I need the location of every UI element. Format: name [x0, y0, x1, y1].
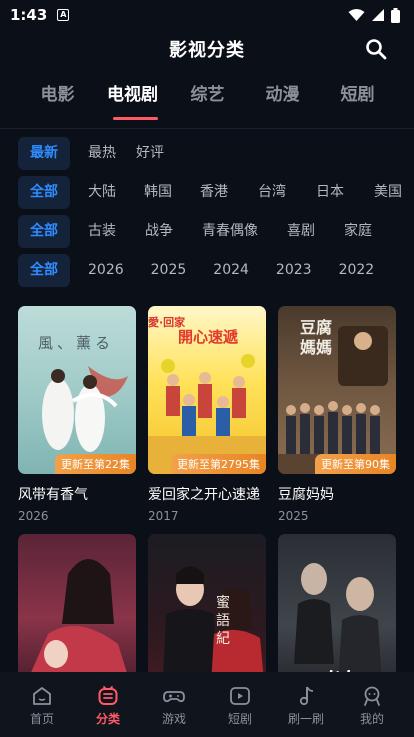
filter-chip[interactable]: 2023: [276, 254, 312, 287]
filter-row-sort: 最新 最热 好评: [0, 134, 414, 173]
nav-label: 分类: [95, 712, 120, 726]
filter-chip[interactable]: 古装: [88, 215, 116, 248]
filter-chip[interactable]: 全部: [18, 215, 70, 248]
filter-row-region: 全部 大陆 韩国 香港 台湾 日本 美国: [0, 173, 414, 212]
filter-chip[interactable]: 香港: [200, 176, 228, 209]
filter-row-year: 全部 2026 2025 2024 2023 2022: [0, 251, 414, 290]
nav-label: 我的: [359, 712, 384, 726]
show-title: 豆腐妈妈: [278, 487, 334, 503]
poster: 愛·回家 開心速遞 更新至第2795集: [148, 306, 266, 474]
filter-chip[interactable]: 日本: [316, 176, 344, 209]
nav-label: 首页: [29, 712, 54, 726]
play-box-icon: [230, 687, 250, 705]
tab-variety[interactable]: 综艺: [170, 76, 245, 116]
battery-icon: [391, 7, 400, 23]
profile-icon: [364, 686, 380, 706]
wifi-icon: [348, 9, 365, 21]
status-bar: 1:43 A: [0, 0, 414, 30]
poster-title: 風、薰る: [38, 334, 115, 352]
filter-chip[interactable]: 最热: [88, 137, 116, 170]
signal-icon: [372, 9, 384, 21]
poster: 風、薰る 更新至第22集: [18, 306, 136, 474]
show-title: 爱回家之开心速递: [148, 487, 260, 503]
category-icon: [98, 686, 118, 705]
nav-label: 短剧: [227, 712, 252, 726]
show-card[interactable]: 愛·回家 開心速遞 更新至第2795集 爱回家之开心速递 2017: [148, 306, 266, 523]
show-year: 2017: [148, 509, 179, 523]
filter-panel: 最新 最热 好评 全部 大陆 韩国 香港 台湾 日本 美国 全部 古装 战争 青…: [0, 134, 414, 290]
filter-chip[interactable]: 台湾: [258, 176, 286, 209]
tabs-divider: [0, 128, 414, 129]
nav-short-drama[interactable]: 短剧: [207, 672, 273, 737]
gamepad-icon: [163, 691, 185, 703]
filter-chip[interactable]: 全部: [18, 254, 70, 287]
nav-games[interactable]: 游戏: [141, 672, 207, 737]
filter-chip[interactable]: 2022: [339, 254, 375, 287]
update-badge: 更新至第22集: [55, 454, 136, 474]
status-icons: [348, 7, 400, 23]
filter-chip[interactable]: 战争: [145, 215, 173, 248]
tab-anime[interactable]: 动漫: [245, 76, 320, 116]
nav-swipe[interactable]: 刷一刷: [273, 672, 339, 737]
filter-chip[interactable]: 2024: [213, 254, 249, 287]
bottom-nav: 首页 分类 游戏 短剧 刷一刷 我的: [0, 672, 414, 737]
nav-label: 游戏: [161, 712, 186, 726]
show-title: 风带有香气: [18, 487, 88, 503]
search-icon[interactable]: [364, 37, 388, 61]
nav-profile[interactable]: 我的: [339, 672, 405, 737]
show-card[interactable]: 豆腐媽媽 更新至第90集 豆腐妈妈 2025: [278, 306, 396, 523]
show-year: 2025: [278, 509, 309, 523]
filter-chip[interactable]: 韩国: [144, 176, 172, 209]
filter-chip[interactable]: 喜剧: [287, 215, 315, 248]
filter-chip[interactable]: 2025: [151, 254, 187, 287]
show-card[interactable]: 風、薰る 更新至第22集 风带有香气 2026: [18, 306, 136, 523]
filter-chip[interactable]: 好评: [136, 137, 164, 170]
filter-row-genre: 全部 古装 战争 青春偶像 喜剧 家庭: [0, 212, 414, 251]
tab-movie[interactable]: 电影: [20, 76, 95, 116]
status-time: 1:43: [10, 6, 48, 24]
filter-chip[interactable]: 大陆: [88, 176, 116, 209]
notification-icon: A: [57, 9, 70, 21]
header: 影视分类: [0, 30, 414, 68]
update-badge: 更新至第2795集: [171, 454, 266, 474]
tab-short-drama[interactable]: 短剧: [320, 76, 395, 116]
nav-home[interactable]: 首页: [9, 672, 75, 737]
filter-chip[interactable]: 最新: [18, 137, 70, 170]
update-badge: 更新至第90集: [315, 454, 396, 474]
filter-chip[interactable]: 家庭: [344, 215, 372, 248]
nav-label: 刷一刷: [287, 712, 324, 726]
tab-tv-series[interactable]: 电视剧: [95, 76, 170, 120]
poster-title: 蜜語紀: [216, 595, 230, 647]
poster-title: 豆腐媽媽: [300, 318, 333, 357]
filter-chip[interactable]: 2026: [88, 254, 124, 287]
category-tabs: 电影 电视剧 综艺 动漫 短剧: [0, 76, 414, 124]
home-icon: [33, 687, 51, 705]
page-title: 影视分类: [169, 40, 245, 61]
poster-title: 開心速遞: [178, 328, 239, 346]
nav-category[interactable]: 分类: [75, 672, 141, 737]
music-note-icon: [299, 686, 314, 706]
filter-chip[interactable]: 青春偶像: [202, 215, 258, 248]
show-year: 2026: [18, 509, 49, 523]
filter-chip[interactable]: 全部: [18, 176, 70, 209]
poster: 豆腐媽媽 更新至第90集: [278, 306, 396, 474]
filter-chip[interactable]: 美国: [374, 176, 402, 209]
